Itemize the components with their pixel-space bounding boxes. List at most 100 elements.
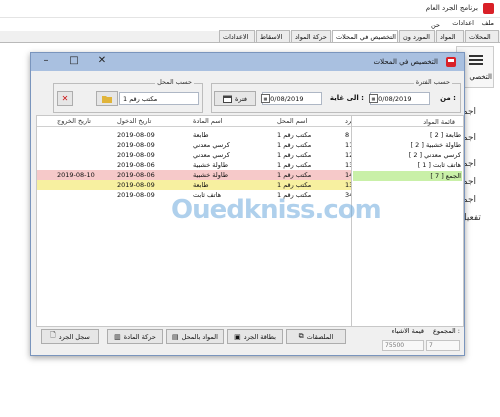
app-titlebar: برنامج الجرد العام: [0, 0, 500, 18]
calendar-icon: [222, 95, 232, 103]
dialog-title: التخصيص في المحلات: [373, 58, 438, 66]
table-row[interactable]: 13 مكتب رقم 1 طاولة خشبية 2019-08-06: [37, 160, 375, 170]
period-button-label: فترة: [234, 94, 248, 103]
clear-store-button[interactable]: ✕: [57, 91, 73, 106]
table-row[interactable]: 14 مكتب رقم 1 طاولة خشبية 2019-08-06 2019-08…: [37, 170, 375, 180]
side-label: اجما: [460, 107, 477, 117]
tab-movements[interactable]: حركة المواد: [291, 30, 331, 42]
value-amount: 75500: [385, 342, 405, 349]
column-header[interactable]: اسم المادة: [193, 117, 222, 125]
folder-icon: [102, 95, 112, 103]
table-cell: مكتب رقم 1: [277, 131, 312, 139]
inventory-log-button[interactable]: 🗋 سجل الجرد: [41, 329, 99, 344]
grid-header: رقم الجرد اسم المحل اسم المادة تاريخ الد…: [37, 116, 375, 127]
value-label: قيمة الاشياء: [391, 327, 424, 335]
table-cell: طابعة: [193, 181, 209, 189]
store-group: حسب المحل مكتب رقم 1 ✕: [53, 78, 203, 113]
item-movement-button-label: حركة المادة: [123, 332, 156, 341]
table-cell: 2019-08-09: [117, 181, 155, 189]
store-group-title: حسب المحل: [155, 78, 194, 86]
store-items-button-label: المواد بالمحل: [181, 332, 218, 341]
chart-icon: ▥: [114, 332, 121, 341]
list-total-row[interactable]: الجمع [ 7 ]: [353, 171, 462, 181]
from-calendar-icon[interactable]: ▦: [369, 94, 378, 103]
menu-file[interactable]: ملف: [482, 19, 494, 27]
table-cell: 2019-08-06: [117, 171, 155, 179]
to-calendar-icon[interactable]: ▦: [261, 94, 270, 103]
to-date-field[interactable]: 10/08/2019: [262, 92, 322, 105]
table-cell: 8: [345, 131, 350, 139]
labels-button[interactable]: ⧉ الملصقات: [286, 329, 346, 344]
app-logo: [483, 3, 494, 14]
table-cell: طابعة: [193, 131, 209, 139]
store-field[interactable]: مكتب رقم 1: [119, 92, 199, 105]
items-list-header: قائمة المواد: [352, 116, 463, 127]
list-icon: [469, 55, 483, 65]
dialog-app-icon: [446, 57, 456, 67]
store-items-button[interactable]: ▤ المواد بالمحل: [166, 329, 224, 344]
list-item[interactable]: هاتف ثابت [ 1 ]: [418, 160, 461, 170]
minimize-button[interactable]: –: [35, 54, 57, 68]
tab-disposal[interactable]: الاسقاط: [256, 30, 290, 42]
app-tabs: المحلات المواد المورد ون التخصيص في المح…: [0, 30, 500, 42]
side-label: اجما: [460, 159, 477, 169]
period-button[interactable]: فترة: [214, 91, 256, 106]
tab-allocation[interactable]: التخصيص في المحلات: [332, 30, 398, 42]
browse-store-button[interactable]: [96, 91, 118, 106]
to-date-value: 10/08/2019: [266, 95, 304, 103]
total-value: 7: [429, 342, 433, 349]
tab-items[interactable]: المواد: [436, 30, 464, 42]
table-cell: 2019-08-09: [117, 151, 155, 159]
table-cell: مكتب رقم 1: [277, 171, 312, 179]
table-row[interactable]: 135مكتب رقم 1طابعة2019-08-09: [37, 180, 375, 190]
card-icon: ▣: [234, 332, 241, 341]
list-item[interactable]: كرسي معدني [ 2 ]: [409, 150, 461, 160]
item-movement-button[interactable]: ▥ حركة المادة: [107, 329, 163, 344]
table-row[interactable]: 8 مكتب رقم 1 طابعة 2019-08-09: [37, 130, 375, 140]
table-cell: مكتب رقم 1: [277, 161, 312, 169]
period-group: حسب الفترة من : 10/08/2019 ▦ الى غاية : …: [211, 78, 461, 113]
ribbon-label: التخصي: [469, 73, 492, 81]
maximize-button[interactable]: □: [63, 54, 85, 68]
labels-button-label: الملصقات: [306, 332, 334, 341]
column-header[interactable]: تاريخ الدخول: [117, 117, 151, 125]
table-cell: 2019-08-10: [57, 171, 95, 179]
watermark: Ouedkniss.com: [171, 195, 382, 225]
table-row[interactable]: 12 مكتب رقم 1 كرسي معدني 2019-08-09: [37, 150, 375, 160]
table-cell: مكتب رقم 1: [277, 141, 312, 149]
from-date-field[interactable]: 10/08/2019: [370, 92, 430, 105]
list-item[interactable]: طاولة خشبية [ 2 ]: [411, 140, 461, 150]
tab-stores[interactable]: المحلات: [465, 30, 499, 42]
table-cell: 2019-08-09: [117, 191, 155, 199]
tab-settings[interactable]: الاعدادات: [219, 30, 255, 42]
inventory-card-button[interactable]: ▣ بطاقة الجرد: [227, 329, 283, 344]
store-field-value: مكتب رقم 1: [123, 95, 158, 103]
total-label: المجموع :: [433, 327, 460, 335]
page-icon: 🗋: [50, 331, 56, 339]
side-label: اجما: [460, 133, 477, 143]
total-field: 7: [426, 340, 460, 351]
table-cell: كرسي معدني: [193, 141, 230, 149]
dialog-titlebar: – □ ✕ التخصيص في المحلات: [31, 53, 464, 71]
from-label: من :: [440, 94, 456, 102]
table-cell: كرسي معدني: [193, 151, 230, 159]
document-icon: ▤: [172, 332, 179, 341]
table-cell: طاولة خشبية: [193, 161, 229, 169]
table-cell: مكتب رقم 1: [277, 151, 312, 159]
items-list-title: قائمة المواد: [423, 118, 455, 126]
close-button[interactable]: ✕: [91, 54, 113, 68]
column-header[interactable]: اسم المحل: [277, 117, 307, 125]
inventory-log-button-label: سجل الجرد: [58, 332, 90, 341]
list-item[interactable]: طابعة [ 2 ]: [430, 130, 461, 140]
side-label: اجما: [460, 195, 477, 205]
table-cell: 2019-08-09: [117, 131, 155, 139]
table-cell: 2019-08-09: [117, 141, 155, 149]
table-cell: طاولة خشبية: [193, 171, 229, 179]
menu-about[interactable]: حن: [431, 21, 440, 29]
period-group-title: حسب الفترة: [413, 78, 452, 86]
column-header[interactable]: تاريخ الخروج: [57, 117, 91, 125]
app-title: برنامج الجرد العام: [425, 4, 478, 12]
tab-suppliers[interactable]: المورد ون: [399, 30, 435, 42]
menu-settings[interactable]: اعدادات: [452, 19, 474, 27]
table-row[interactable]: 11 مكتب رقم 1 كرسي معدني 2019-08-09: [37, 140, 375, 150]
